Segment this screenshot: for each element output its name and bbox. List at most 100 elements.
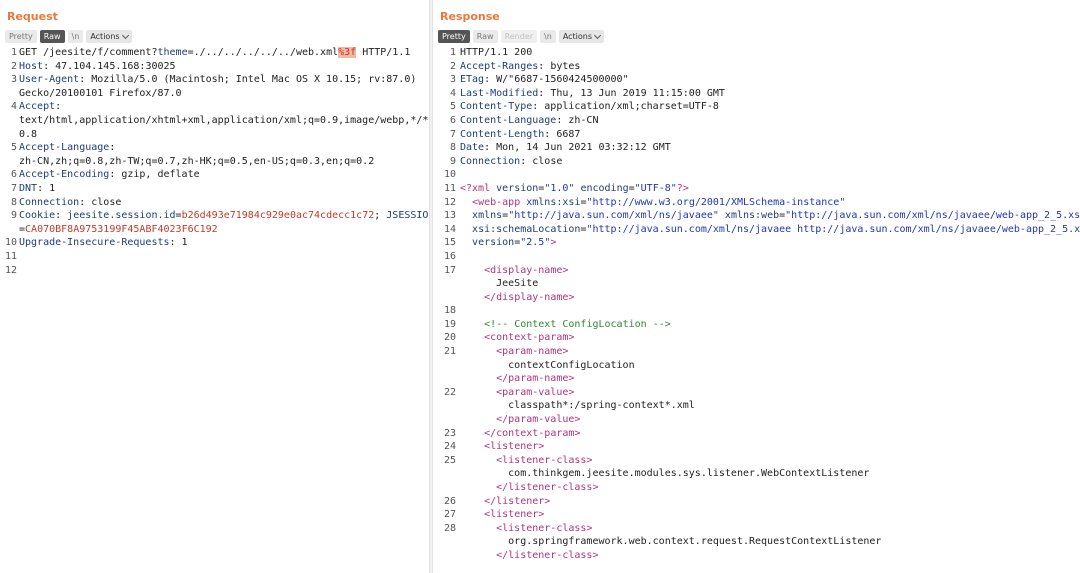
actions-dropdown[interactable]: Actions — [86, 30, 132, 43]
code-line: 1 GET /jeesite/f/comment?theme=./../../..… — [5, 46, 425, 60]
code-token: Cookie — [19, 210, 56, 222]
code-token: "UTF-8" — [634, 182, 677, 194]
line-number: 2 — [449, 60, 456, 72]
code-token: : 47.104.145.168:30025 — [43, 60, 176, 72]
code-token: contextConfigLocation — [460, 359, 635, 371]
code-token: > — [550, 237, 557, 249]
code-token: 0.8 — [19, 128, 38, 140]
code-token: </display-name> — [484, 291, 575, 303]
code-token: JSESSIONID — [386, 210, 429, 222]
code-token: : Thu, 13 Jun 2019 11:15:00 GMT — [538, 87, 725, 99]
code-line: 2 Accept-Ranges: bytes — [438, 60, 1076, 74]
line-number: 6 — [449, 114, 456, 126]
request-editor[interactable]: 1 GET /jeesite/f/comment?theme=./../../..… — [5, 46, 429, 277]
code-line: 5 Content-Type: application/xml;charset=U… — [438, 100, 1076, 114]
code-line: 9 Cookie: jeesite.session.id=b26d493e7198… — [5, 209, 429, 223]
response-pane: Response Pretty Raw Render \n Actions 1H… — [433, 0, 1080, 573]
request-title: Request — [7, 10, 58, 23]
code-line: </param-name> — [438, 372, 1076, 386]
code-token: </context-param> — [484, 427, 581, 439]
code-line: 3 ETag: W/"6687-1560424500000" — [438, 73, 1076, 87]
code-token: Connection — [19, 196, 80, 208]
code-token: JeeSite — [460, 278, 539, 290]
tab-pretty[interactable]: Pretty — [5, 30, 37, 43]
code-token: encoding — [574, 182, 629, 194]
code-token: %3f — [338, 47, 357, 58]
code-line: com.thinkgem.jeesite.modules.sys.listene… — [438, 467, 1076, 481]
tab-raw[interactable]: Raw — [39, 30, 65, 43]
code-token: <display-name> — [484, 264, 569, 276]
line-number: 11 — [443, 182, 456, 194]
line-number: 1 — [10, 47, 17, 58]
code-token: <param-name> — [496, 346, 569, 358]
code-token: : close — [79, 196, 122, 208]
code-line: 27 <listener> — [438, 508, 1076, 522]
line-number: 23 — [443, 427, 456, 439]
code-line: 4 Accept: — [5, 100, 425, 114]
code-token: Accept-Ranges — [460, 60, 539, 72]
code-token: "http://www.w3.org/2001/XMLSchema-instan… — [586, 196, 846, 208]
code-token: : Mon, 14 Jun 2021 03:32:12 GMT — [484, 142, 671, 154]
actions-dropdown[interactable]: Actions — [558, 30, 605, 43]
code-token: : 6687 — [544, 128, 581, 140]
code-token: </listener-class> — [496, 482, 599, 493]
code-token: xsi:schemaLocation — [472, 223, 581, 235]
code-line: 10 Upgrade-Insecure-Requests: 1 — [5, 236, 425, 250]
tab-raw[interactable]: Raw — [472, 30, 498, 43]
code-line: classpath*:/spring-context*.xml — [438, 399, 1076, 413]
line-number: 22 — [443, 386, 456, 398]
code-token: Upgrade-Insecure-Requests — [19, 237, 170, 249]
code-token: classpath*:/spring-context*.xml — [460, 400, 695, 412]
chevron-down-icon — [594, 31, 602, 39]
response-editor[interactable]: 1 HTTP/1.1 200 2 Accept-Ranges: bytes 3 ETag:… — [438, 46, 1080, 563]
tab-render[interactable]: Render — [500, 30, 538, 43]
code-line: =CA070BF8A9753199F45ABF4023F6C192 — [5, 223, 425, 237]
code-token: GET /jeesite/f/comment? — [19, 47, 158, 58]
line-number: 9 — [449, 155, 456, 167]
code-token: "2.5" — [520, 237, 551, 249]
code-token: </listener-class> — [496, 549, 599, 561]
code-token: Connection — [460, 155, 521, 167]
code-token: <listener> — [484, 509, 545, 521]
code-token: CA070BF8A9753199F45ABF4023F6C192 — [25, 223, 218, 235]
code-line: 9 Connection: close — [438, 155, 1076, 169]
line-number: 15 — [443, 237, 456, 249]
code-line: 6 Accept-Encoding: gzip, deflate — [5, 168, 425, 182]
code-line: 8 Date: Mon, 14 Jun 2021 03:32:12 GMT — [438, 141, 1076, 155]
code-token: ?> — [676, 182, 689, 194]
code-token: : 1 — [169, 237, 188, 249]
code-token: theme — [157, 47, 188, 58]
line-number: 26 — [443, 495, 456, 507]
code-line: 11 <?xml version="1.0" encoding="UTF-8"?> — [438, 182, 1076, 196]
code-token: Host — [19, 60, 44, 72]
code-line: 4 Last-Modified: Thu, 13 Jun 2019 11:15:0… — [438, 87, 1076, 101]
code-token: : W/"6687-1560424500000" — [484, 74, 629, 86]
code-line: 11 — [5, 250, 425, 264]
code-token: com.thinkgem.jeesite.modules.sys.listene… — [460, 468, 870, 480]
code-token: Content-Type — [460, 101, 533, 113]
code-line: Gecko/20100101 Firefox/87.0 — [5, 87, 425, 101]
code-token: version — [472, 237, 515, 249]
code-token: text/html,application/xhtml+xml,applicat… — [19, 114, 429, 126]
tab-newline[interactable]: \n — [67, 30, 84, 43]
code-token: "http://java.sun.com/xml/ns/javaee/web-a… — [785, 210, 1080, 222]
code-line: </listener-class> — [438, 549, 1076, 563]
code-line: 1 HTTP/1.1 200 — [438, 46, 1076, 60]
code-line: </display-name> — [438, 291, 1076, 305]
code-line: org.springframework.web.context.request.… — [438, 535, 1076, 549]
tab-newline[interactable]: \n — [540, 30, 556, 43]
tab-pretty[interactable]: Pretty — [438, 30, 470, 43]
code-token: : close — [520, 155, 563, 167]
actions-label: Actions — [90, 32, 120, 41]
code-token: xmlns:xsi — [520, 196, 581, 208]
code-token: Gecko/20100101 Firefox/87.0 — [19, 87, 182, 99]
